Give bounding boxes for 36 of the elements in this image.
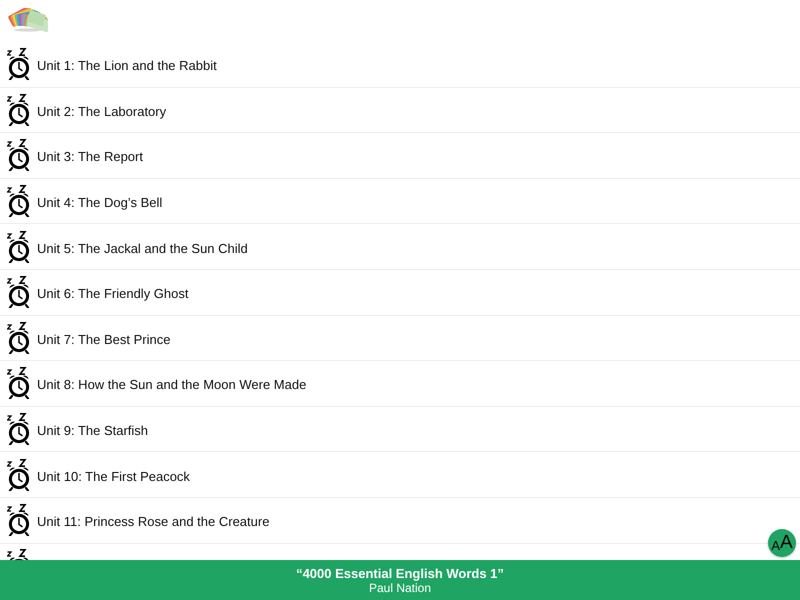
book-author: Paul Nation [368,580,432,594]
unit-list-item[interactable]: Unit 4: The Dog’s Bell [0,178,800,224]
unit-list-item[interactable]: Unit 2: The Laboratory [0,88,800,134]
alarm-clock-icon [7,322,31,354]
flashcards-logo-icon [8,8,48,32]
alarm-clock-icon [7,48,31,80]
unit-title: Unit 7: The Best Prince [37,330,170,347]
book-title: “4000 Essential English Words 1” [296,566,504,580]
alarm-clock-icon [7,230,31,263]
unit-list-item[interactable]: Unit 10: The First Peacock [0,452,800,498]
unit-title: Unit 5: The Jackal and the Sun Child [37,240,248,256]
alarm-clock-icon [7,94,31,126]
unit-title: Unit 8: How the Sun and the Moon Were Made [37,376,306,392]
unit-title: Unit 2: The Laboratory [37,102,166,119]
unit-list-item[interactable]: Unit 6: The Friendly Ghost [0,270,800,316]
unit-list-item[interactable]: Unit 5: The Jackal and the Sun Child [0,224,800,270]
font-size-button[interactable]: AA [768,529,796,557]
unit-title: Unit 3: The Report [37,148,143,164]
unit-list-item[interactable]: Unit 3: The Report [0,133,800,179]
unit-list-item[interactable]: Unit 8: How the Sun and the Moon Were Made [0,361,800,407]
alarm-clock-icon [7,276,31,308]
alarm-clock-icon [7,139,31,172]
alarm-clock-icon [7,413,31,446]
unit-title: Unit 4: The Dog’s Bell [37,194,162,210]
unit-title: Unit 9: The Starfish [37,422,148,438]
alarm-clock-icon [7,504,31,536]
unit-title: Unit 1: The Lion and the Rabbit [37,57,217,74]
unit-title: Unit 6: The Friendly Ghost [37,285,188,302]
unit-title: Unit 11: Princess Rose and the Creature [37,513,270,530]
alarm-clock-icon [7,458,31,491]
alarm-clock-icon [7,367,31,400]
alarm-clock-icon [7,185,31,218]
unit-list-item[interactable]: Unit 9: The Starfish [0,406,800,452]
unit-list-item[interactable]: Unit 1: The Lion and the Rabbit [0,42,800,88]
unit-list-item[interactable]: Unit 7: The Best Prince [0,316,800,362]
unit-title: Unit 10: The First Peacock [37,468,190,484]
